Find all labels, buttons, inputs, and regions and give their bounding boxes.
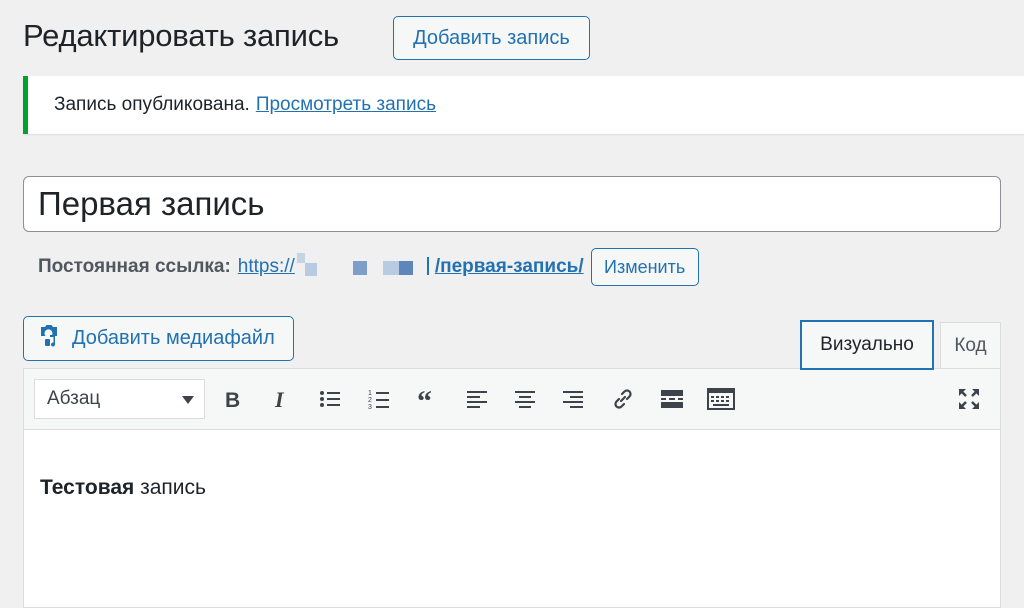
permalink-url-prefix[interactable]: https:// — [238, 256, 295, 278]
content-bold-text: Тестовая — [40, 476, 135, 499]
add-media-button[interactable]: Добавить медиафайл — [23, 316, 294, 361]
redacted-domain — [295, 253, 435, 281]
editor-area: Абзац B I 123 “ Тестовая запись — [23, 368, 1001, 608]
chevron-down-icon — [182, 396, 194, 404]
add-new-post-button[interactable]: Добавить запись — [393, 16, 590, 60]
editor-content[interactable]: Тестовая запись — [24, 430, 1000, 500]
svg-text:3: 3 — [368, 404, 372, 410]
read-more-icon[interactable] — [656, 383, 688, 415]
align-center-icon[interactable] — [509, 383, 541, 415]
numbered-list-icon[interactable]: 123 — [363, 383, 395, 415]
align-left-icon[interactable] — [461, 383, 493, 415]
bold-icon[interactable]: B — [217, 383, 249, 415]
fullscreen-icon[interactable] — [953, 383, 985, 415]
link-icon[interactable] — [607, 383, 639, 415]
post-title-input[interactable]: Первая запись — [23, 176, 1001, 232]
tab-code[interactable]: Код — [940, 322, 1001, 368]
toolbar-toggle-icon[interactable] — [705, 383, 737, 415]
view-post-link[interactable]: Просмотреть запись — [256, 94, 436, 116]
format-select-value: Абзац — [47, 388, 101, 409]
permalink-row: Постоянная ссылка: https:// /первая-запи… — [38, 248, 699, 286]
add-media-label: Добавить медиафайл — [72, 327, 275, 349]
camera-music-icon — [38, 324, 62, 354]
svg-text:I: I — [274, 388, 285, 410]
svg-text:B: B — [225, 389, 240, 410]
align-right-icon[interactable] — [557, 383, 589, 415]
blockquote-icon[interactable]: “ — [412, 383, 444, 415]
content-text: запись — [134, 476, 206, 499]
bullet-list-icon[interactable] — [314, 383, 346, 415]
svg-text:2: 2 — [368, 397, 372, 404]
editor-toolbar: Абзац B I 123 “ — [24, 369, 1000, 430]
permalink-label: Постоянная ссылка: — [38, 256, 231, 277]
svg-text:1: 1 — [368, 390, 372, 397]
page-title: Редактировать запись — [23, 18, 339, 53]
notice-message: Запись опубликована. — [54, 94, 250, 115]
italic-icon[interactable]: I — [265, 383, 297, 415]
svg-text:“: “ — [417, 389, 432, 409]
format-select[interactable]: Абзац — [34, 379, 205, 419]
tab-visual[interactable]: Визуально — [800, 320, 934, 370]
published-notice: Запись опубликована. Просмотреть запись — [23, 76, 1024, 134]
edit-permalink-button[interactable]: Изменить — [590, 248, 699, 286]
permalink-slug[interactable]: /первая-запись/ — [435, 256, 584, 278]
